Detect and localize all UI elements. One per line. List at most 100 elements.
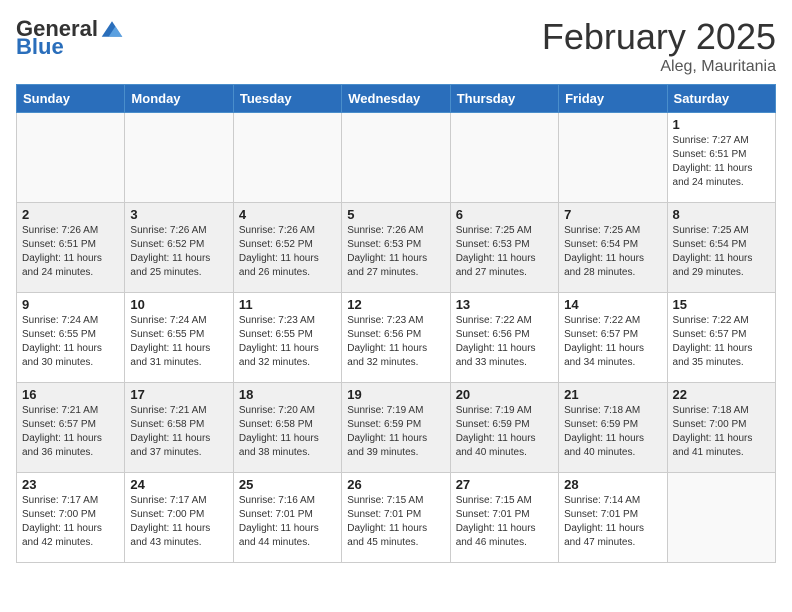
day-number: 1 [673,117,770,132]
day-number: 14 [564,297,661,312]
day-info: Sunrise: 7:19 AM Sunset: 6:59 PM Dayligh… [456,404,553,460]
day-info: Sunrise: 7:16 AM Sunset: 7:01 PM Dayligh… [239,494,336,550]
weekday-header-tuesday: Tuesday [233,85,341,113]
day-number: 18 [239,387,336,402]
page-header: General Blue February 2025 Aleg, Maurita… [16,16,776,76]
calendar-week-row: 23 Sunrise: 7:17 AM Sunset: 7:00 PM Dayli… [17,473,776,563]
day-number: 19 [347,387,444,402]
day-number: 5 [347,207,444,222]
day-info: Sunrise: 7:26 AM Sunset: 6:53 PM Dayligh… [347,224,444,280]
day-number: 8 [673,207,770,222]
day-info: Sunrise: 7:20 AM Sunset: 6:58 PM Dayligh… [239,404,336,460]
calendar-cell: 22 Sunrise: 7:18 AM Sunset: 7:00 PM Dayli… [667,383,775,473]
day-info: Sunrise: 7:21 AM Sunset: 6:58 PM Dayligh… [130,404,227,460]
calendar-cell: 12 Sunrise: 7:23 AM Sunset: 6:56 PM Dayli… [342,293,450,383]
calendar-cell: 21 Sunrise: 7:18 AM Sunset: 6:59 PM Dayli… [559,383,667,473]
calendar-table: SundayMondayTuesdayWednesdayThursdayFrid… [16,84,776,563]
calendar-cell: 16 Sunrise: 7:21 AM Sunset: 6:57 PM Dayli… [17,383,125,473]
month-title: February 2025 [542,16,776,58]
calendar-week-row: 2Sunrise: 7:26 AM Sunset: 6:51 PM Daylig… [17,203,776,293]
weekday-header-friday: Friday [559,85,667,113]
day-info: Sunrise: 7:17 AM Sunset: 7:00 PM Dayligh… [22,494,119,550]
day-number: 10 [130,297,227,312]
calendar-cell [342,113,450,203]
day-number: 16 [22,387,119,402]
day-number: 15 [673,297,770,312]
day-info: Sunrise: 7:25 AM Sunset: 6:54 PM Dayligh… [673,224,770,280]
logo-icon [100,19,124,39]
calendar-cell: 26 Sunrise: 7:15 AM Sunset: 7:01 PM Dayli… [342,473,450,563]
calendar-cell: 15 Sunrise: 7:22 AM Sunset: 6:57 PM Dayli… [667,293,775,383]
day-info: Sunrise: 7:23 AM Sunset: 6:55 PM Dayligh… [239,314,336,370]
calendar-cell: 27 Sunrise: 7:15 AM Sunset: 7:01 PM Dayli… [450,473,558,563]
calendar-cell: 23 Sunrise: 7:17 AM Sunset: 7:00 PM Dayli… [17,473,125,563]
logo-blue-text: Blue [16,34,64,60]
day-number: 4 [239,207,336,222]
calendar-cell: 25Sunrise: 7:16 AM Sunset: 7:01 PM Dayli… [233,473,341,563]
day-info: Sunrise: 7:22 AM Sunset: 6:57 PM Dayligh… [673,314,770,370]
calendar-cell: 2Sunrise: 7:26 AM Sunset: 6:51 PM Daylig… [17,203,125,293]
calendar-week-row: 9 Sunrise: 7:24 AM Sunset: 6:55 PM Daylig… [17,293,776,383]
day-info: Sunrise: 7:22 AM Sunset: 6:56 PM Dayligh… [456,314,553,370]
calendar-cell: 28 Sunrise: 7:14 AM Sunset: 7:01 PM Dayli… [559,473,667,563]
day-info: Sunrise: 7:17 AM Sunset: 7:00 PM Dayligh… [130,494,227,550]
day-number: 12 [347,297,444,312]
calendar-cell: 8 Sunrise: 7:25 AM Sunset: 6:54 PM Daylig… [667,203,775,293]
calendar-cell: 17 Sunrise: 7:21 AM Sunset: 6:58 PM Dayli… [125,383,233,473]
calendar-cell: 14 Sunrise: 7:22 AM Sunset: 6:57 PM Dayli… [559,293,667,383]
day-number: 26 [347,477,444,492]
day-number: 28 [564,477,661,492]
day-number: 9 [22,297,119,312]
day-number: 23 [22,477,119,492]
day-info: Sunrise: 7:27 AM Sunset: 6:51 PM Dayligh… [673,134,770,190]
day-info: Sunrise: 7:15 AM Sunset: 7:01 PM Dayligh… [456,494,553,550]
day-info: Sunrise: 7:14 AM Sunset: 7:01 PM Dayligh… [564,494,661,550]
weekday-header-monday: Monday [125,85,233,113]
day-number: 11 [239,297,336,312]
calendar-cell [667,473,775,563]
calendar-cell [17,113,125,203]
day-number: 24 [130,477,227,492]
calendar-cell: 6 Sunrise: 7:25 AM Sunset: 6:53 PM Daylig… [450,203,558,293]
calendar-cell: 20 Sunrise: 7:19 AM Sunset: 6:59 PM Dayli… [450,383,558,473]
calendar-cell: 24 Sunrise: 7:17 AM Sunset: 7:00 PM Dayli… [125,473,233,563]
day-info: Sunrise: 7:25 AM Sunset: 6:54 PM Dayligh… [564,224,661,280]
title-block: February 2025 Aleg, Mauritania [542,16,776,76]
calendar-cell: 5 Sunrise: 7:26 AM Sunset: 6:53 PM Daylig… [342,203,450,293]
day-number: 21 [564,387,661,402]
day-number: 17 [130,387,227,402]
day-info: Sunrise: 7:26 AM Sunset: 6:52 PM Dayligh… [130,224,227,280]
location: Aleg, Mauritania [542,58,776,76]
weekday-header-wednesday: Wednesday [342,85,450,113]
logo: General Blue [16,16,124,60]
calendar-cell: 19Sunrise: 7:19 AM Sunset: 6:59 PM Dayli… [342,383,450,473]
day-info: Sunrise: 7:25 AM Sunset: 6:53 PM Dayligh… [456,224,553,280]
calendar-cell: 7 Sunrise: 7:25 AM Sunset: 6:54 PM Daylig… [559,203,667,293]
day-info: Sunrise: 7:15 AM Sunset: 7:01 PM Dayligh… [347,494,444,550]
weekday-header-sunday: Sunday [17,85,125,113]
day-number: 6 [456,207,553,222]
weekday-header-row: SundayMondayTuesdayWednesdayThursdayFrid… [17,85,776,113]
day-info: Sunrise: 7:22 AM Sunset: 6:57 PM Dayligh… [564,314,661,370]
weekday-header-saturday: Saturday [667,85,775,113]
day-info: Sunrise: 7:21 AM Sunset: 6:57 PM Dayligh… [22,404,119,460]
day-info: Sunrise: 7:24 AM Sunset: 6:55 PM Dayligh… [130,314,227,370]
day-number: 27 [456,477,553,492]
day-number: 7 [564,207,661,222]
day-info: Sunrise: 7:18 AM Sunset: 7:00 PM Dayligh… [673,404,770,460]
day-number: 13 [456,297,553,312]
calendar-cell: 10 Sunrise: 7:24 AM Sunset: 6:55 PM Dayli… [125,293,233,383]
day-number: 20 [456,387,553,402]
calendar-cell: 4Sunrise: 7:26 AM Sunset: 6:52 PM Daylig… [233,203,341,293]
calendar-cell [233,113,341,203]
day-number: 22 [673,387,770,402]
calendar-cell: 9Sunrise: 7:24 AM Sunset: 6:55 PM Daylig… [17,293,125,383]
day-info: Sunrise: 7:18 AM Sunset: 6:59 PM Dayligh… [564,404,661,460]
day-number: 2 [22,207,119,222]
day-info: Sunrise: 7:23 AM Sunset: 6:56 PM Dayligh… [347,314,444,370]
calendar-cell: 18 Sunrise: 7:20 AM Sunset: 6:58 PM Dayli… [233,383,341,473]
weekday-header-thursday: Thursday [450,85,558,113]
calendar-cell [559,113,667,203]
calendar-week-row: 16 Sunrise: 7:21 AM Sunset: 6:57 PM Dayli… [17,383,776,473]
calendar-cell: 3Sunrise: 7:26 AM Sunset: 6:52 PM Daylig… [125,203,233,293]
